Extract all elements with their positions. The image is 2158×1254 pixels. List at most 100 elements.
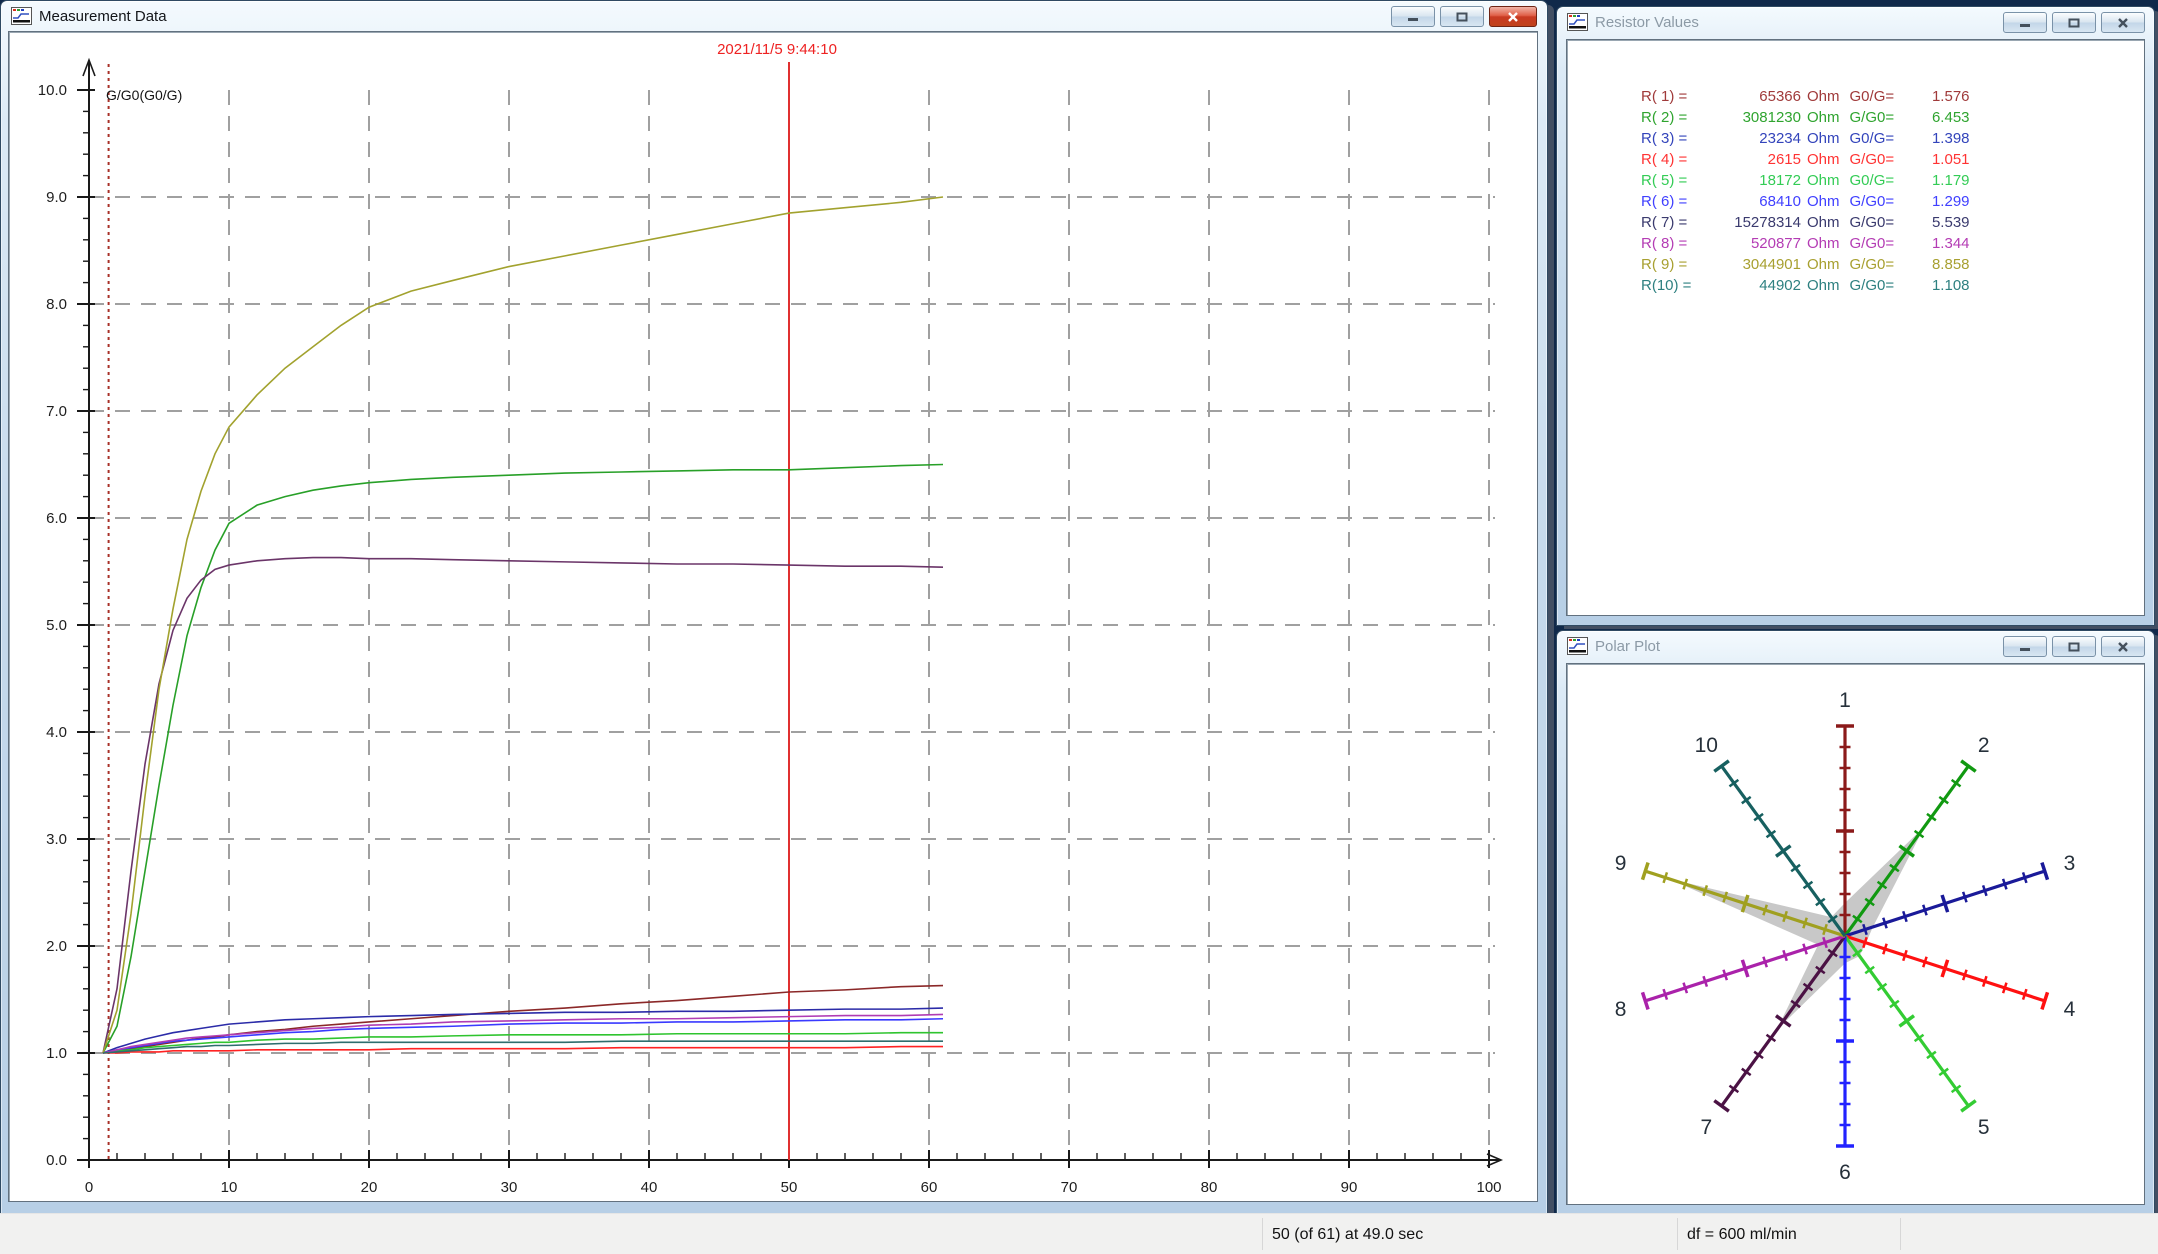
svg-text:90: 90 (1341, 1179, 1358, 1196)
ratio-value: 1.299 (1908, 191, 1970, 212)
resistor-label: R( 8) = (1641, 233, 1707, 254)
svg-text:80: 80 (1201, 1179, 1218, 1196)
resistor-row: R( 6) =68410OhmG/G0=1.299 (1641, 191, 2144, 212)
maximize-icon (2068, 18, 2080, 28)
resistance-unit: Ohm (1807, 233, 1840, 254)
resistor-row: R( 1) =65366 Ohm G0/G=1.576 (1641, 86, 2144, 107)
status-divider (1677, 1218, 1678, 1250)
status-divider (1262, 1218, 1263, 1250)
window-title: Resistor Values (1595, 14, 1699, 31)
svg-text:5.0: 5.0 (46, 617, 67, 634)
minimize-button[interactable] (1391, 6, 1435, 27)
resistance-value: 23234 (1707, 128, 1801, 149)
resistance-value: 65366 (1707, 86, 1801, 107)
resistor-row: R(10) =44902 Ohm G/G0=1.108 (1641, 275, 2144, 296)
svg-text:7.0: 7.0 (46, 403, 67, 420)
ratio-label: G/G0= (1850, 149, 1908, 170)
resistance-unit: Ohm (1807, 212, 1840, 233)
resistor-label: R( 9) = (1641, 254, 1707, 275)
close-icon (1507, 11, 1519, 23)
measurement-app-icon (1567, 637, 1588, 655)
minimize-icon (2019, 642, 2031, 651)
svg-text:50: 50 (781, 1179, 798, 1196)
resistor-values-panel: R( 1) =65366OhmG0/G=1.576R( 2) =3081230O… (1566, 39, 2145, 616)
window-measurement-data: Measurement Data 01020304050607080901000… (0, 0, 1548, 1217)
resistor-row: R( 4) =2615 Ohm G/G0=1.051 (1641, 149, 2144, 170)
svg-text:4.0: 4.0 (46, 724, 67, 741)
resistance-unit: Ohm (1807, 107, 1840, 128)
close-button[interactable] (1489, 6, 1537, 27)
resistor-row: R( 8) =520877 Ohm G/G0=1.344 (1641, 233, 2144, 254)
ratio-label: G/G0= (1850, 233, 1908, 254)
svg-text:0.0: 0.0 (46, 1152, 67, 1169)
resistor-label: R( 1) = (1641, 86, 1707, 107)
radar-axis-label: 7 (1700, 1116, 1712, 1139)
titlebar-polar-plot[interactable]: Polar Plot (1557, 631, 2154, 661)
close-button[interactable] (2101, 636, 2145, 657)
maximize-button[interactable] (1440, 6, 1484, 27)
resistance-value: 520877 (1707, 233, 1801, 254)
svg-text:0: 0 (85, 1179, 93, 1196)
ratio-value: 1.051 (1908, 149, 1970, 170)
radar-axis-label: 1 (1839, 689, 1851, 712)
ratio-label: G/G0= (1850, 254, 1908, 275)
line-chart[interactable]: 01020304050607080901000.01.02.03.04.05.0… (9, 32, 1539, 1203)
desktop: Measurement Data 01020304050607080901000… (0, 0, 2158, 1254)
titlebar-measurement-data[interactable]: Measurement Data (1, 1, 1547, 31)
ratio-value: 1.576 (1908, 86, 1970, 107)
measurement-chart-area: 01020304050607080901000.01.02.03.04.05.0… (8, 31, 1538, 1202)
svg-text:G/G0(G0/G): G/G0(G0/G) (106, 87, 182, 103)
svg-text:9.0: 9.0 (46, 189, 67, 206)
radar-axis-label: 10 (1695, 734, 1718, 757)
polar-plot-area: 12345678910 (1566, 663, 2145, 1205)
ratio-value: 5.539 (1908, 212, 1970, 233)
resistance-value: 3044901 (1707, 254, 1801, 275)
status-flow-info: df = 600 ml/min (1687, 1214, 1797, 1254)
close-button[interactable] (2101, 12, 2145, 33)
ratio-value: 1.398 (1908, 128, 1970, 149)
resistor-row: R( 3) =23234OhmG0/G=1.398 (1641, 128, 2144, 149)
window-polar-plot: Polar Plot 12345678910 (1556, 630, 2155, 1217)
resistor-label: R( 5) = (1641, 170, 1707, 191)
ratio-value: 6.453 (1908, 107, 1970, 128)
titlebar-resistor-values[interactable]: Resistor Values (1557, 7, 2154, 37)
svg-text:10.0: 10.0 (38, 82, 67, 99)
resistor-label: R( 7) = (1641, 212, 1707, 233)
ratio-value: 1.108 (1908, 275, 1970, 296)
resistance-unit: Ohm (1807, 128, 1840, 149)
resistance-unit: Ohm (1807, 275, 1840, 296)
minimize-button[interactable] (2003, 12, 2047, 33)
resistor-label: R( 4) = (1641, 149, 1707, 170)
resistance-unit: Ohm (1807, 149, 1840, 170)
ratio-value: 1.344 (1908, 233, 1970, 254)
maximize-icon (2068, 642, 2080, 652)
resistance-unit: Ohm (1807, 191, 1840, 212)
radar-axis-label: 9 (1615, 852, 1627, 875)
svg-text:1.0: 1.0 (46, 1045, 67, 1062)
resistance-value: 44902 (1707, 275, 1801, 296)
resistor-label: R(10) = (1641, 275, 1707, 296)
svg-text:30: 30 (501, 1179, 518, 1196)
resistance-value: 3081230 (1707, 107, 1801, 128)
window-title: Measurement Data (39, 8, 167, 25)
resistor-label: R( 3) = (1641, 128, 1707, 149)
status-divider (1900, 1218, 1901, 1250)
minimize-button[interactable] (2003, 636, 2047, 657)
series-R2 (103, 465, 943, 1054)
ratio-value: 1.179 (1908, 170, 1970, 191)
radar-axis-label: 5 (1978, 1116, 1990, 1139)
resistance-value: 68410 (1707, 191, 1801, 212)
resistance-value: 2615 (1707, 149, 1801, 170)
maximize-button[interactable] (2052, 12, 2096, 33)
resistance-unit: Ohm (1807, 86, 1840, 107)
ratio-label: G0/G= (1850, 86, 1908, 107)
svg-text:60: 60 (921, 1179, 938, 1196)
resistance-value: 18172 (1707, 170, 1801, 191)
radar-axis-label: 2 (1978, 734, 1990, 757)
close-icon (2117, 17, 2129, 29)
measurement-app-icon (11, 7, 32, 25)
maximize-button[interactable] (2052, 636, 2096, 657)
ratio-value: 8.858 (1908, 254, 1970, 275)
svg-text:20: 20 (361, 1179, 378, 1196)
ratio-label: G/G0= (1850, 275, 1908, 296)
